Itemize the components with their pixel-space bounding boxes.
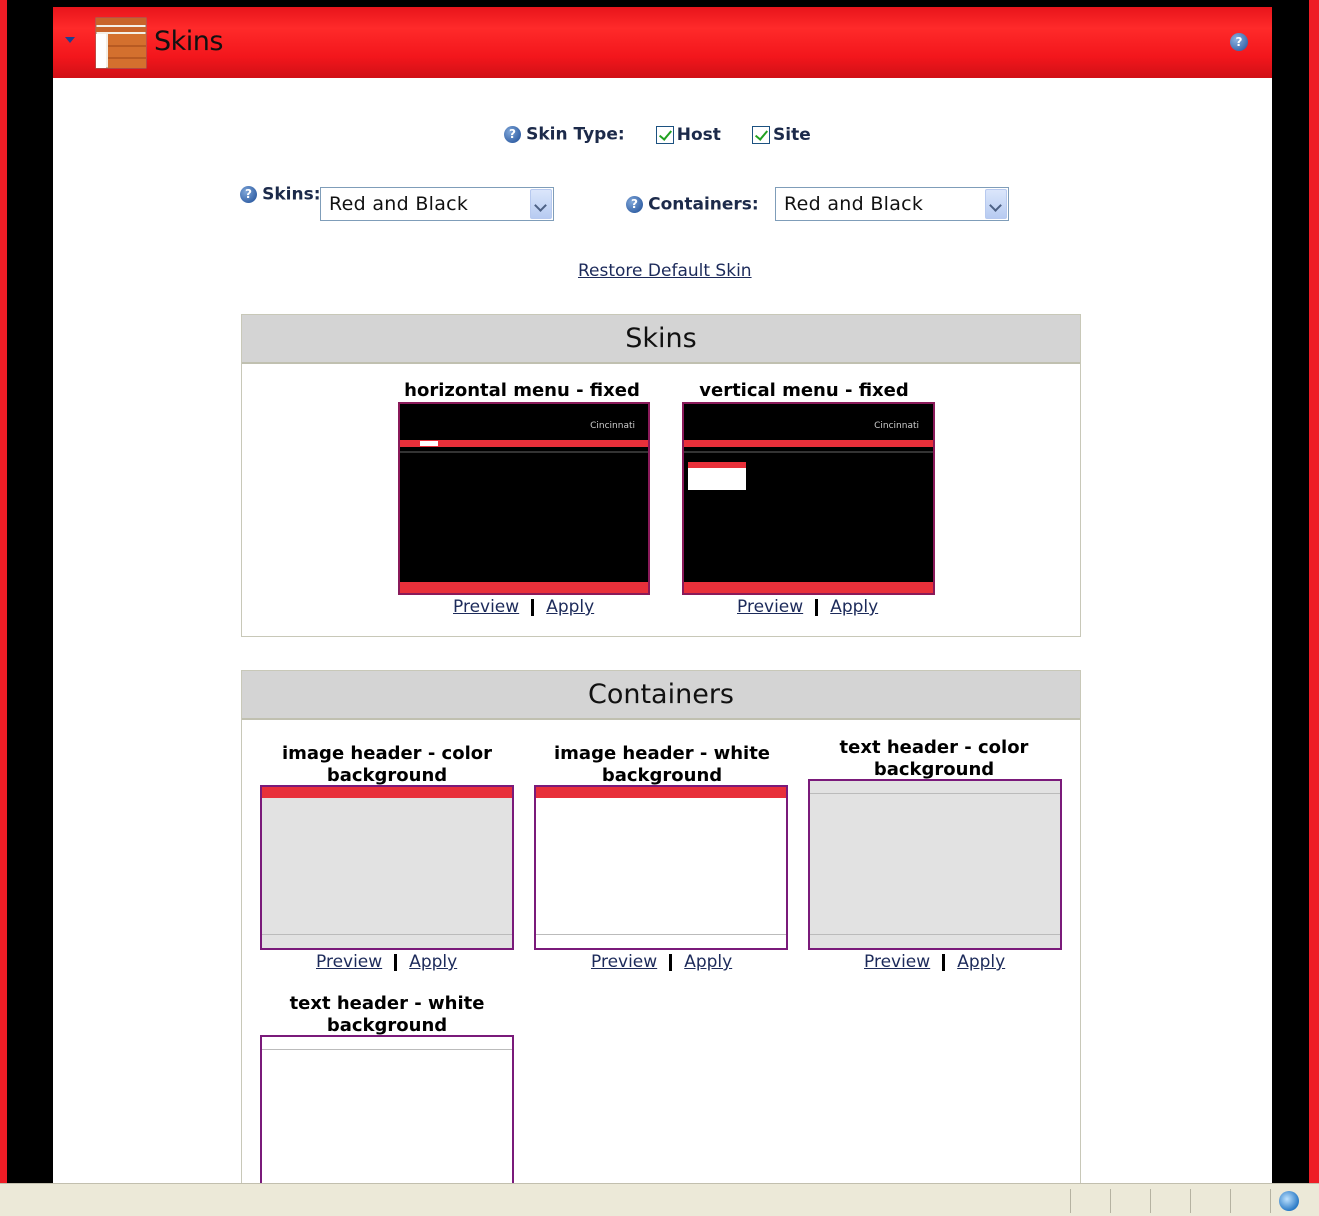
preview-link[interactable]: Preview xyxy=(591,952,657,972)
containers-select-value: Red and Black xyxy=(784,193,924,215)
help-icon[interactable]: ? xyxy=(240,186,257,203)
container-thumbnail[interactable] xyxy=(260,1035,514,1195)
preview-link[interactable]: Preview xyxy=(316,952,382,972)
apply-link[interactable]: Apply xyxy=(830,597,878,617)
containers-select-label-group: ? Containers: xyxy=(626,194,759,215)
status-separator xyxy=(1150,1189,1151,1213)
container-title: text header - color background xyxy=(839,737,1029,780)
container-preview-image xyxy=(262,787,512,948)
separator xyxy=(531,598,535,616)
status-separator xyxy=(1070,1189,1071,1213)
separator xyxy=(815,598,819,616)
container-thumbnail[interactable] xyxy=(808,779,1062,950)
skins-select-label-group: ? Skins: xyxy=(240,184,321,205)
skin-frame-right-black xyxy=(1272,0,1309,1183)
skins-label: Skins: xyxy=(262,184,321,205)
container-preview-image xyxy=(810,781,1060,948)
status-separator xyxy=(1190,1189,1191,1213)
skin-frame-left-red xyxy=(0,0,7,1183)
status-separator xyxy=(1270,1189,1271,1213)
window-top-edge xyxy=(0,0,1319,7)
container-actions: Preview Apply xyxy=(591,952,732,972)
separator xyxy=(394,953,398,971)
skin-type-row: ? Skin Type: Host Site xyxy=(504,124,811,145)
apply-link[interactable]: Apply xyxy=(546,597,594,617)
skin-thumbnail[interactable]: Cincinnati xyxy=(398,402,650,595)
container-actions: Preview Apply xyxy=(864,952,1005,972)
skin-frame-left-black xyxy=(7,0,53,1183)
status-bar xyxy=(0,1183,1319,1216)
restore-default-skin-link[interactable]: Restore Default Skin xyxy=(578,261,752,281)
apply-link[interactable]: Apply xyxy=(684,952,732,972)
skin-preview-image: Cincinnati xyxy=(400,404,648,593)
svg-text:Cincinnati: Cincinnati xyxy=(874,421,919,431)
preview-link[interactable]: Preview xyxy=(864,952,930,972)
container-preview-image xyxy=(536,787,786,948)
skins-panel-heading: Skins xyxy=(242,315,1080,364)
triangle-down-icon[interactable] xyxy=(65,37,75,43)
skin-type-label: Skin Type: xyxy=(526,124,625,145)
container-thumbnail[interactable] xyxy=(534,785,788,950)
help-icon[interactable]: ? xyxy=(504,126,521,143)
containers-label: Containers: xyxy=(648,194,759,215)
host-label: Host xyxy=(676,124,721,145)
container-thumbnail[interactable] xyxy=(260,785,514,950)
preview-link[interactable]: Preview xyxy=(737,597,803,617)
help-icon[interactable]: ? xyxy=(626,196,643,213)
site-checkbox[interactable] xyxy=(752,125,770,144)
skin-actions: Preview Apply xyxy=(453,597,594,617)
skins-panel: Skins horizontal menu - fixed width Cinc… xyxy=(241,314,1081,637)
container-title: text header - white background xyxy=(289,993,485,1036)
status-separator xyxy=(1230,1189,1231,1213)
module-title-bar: Skins ? xyxy=(53,7,1272,78)
container-title: image header - white background xyxy=(554,743,770,786)
skins-select-value: Red and Black xyxy=(329,193,469,215)
containers-panel-heading: Containers xyxy=(242,671,1080,720)
preview-link[interactable]: Preview xyxy=(453,597,519,617)
separator xyxy=(942,953,946,971)
separator xyxy=(669,953,673,971)
container-actions: Preview Apply xyxy=(316,952,457,972)
chevron-down-icon[interactable] xyxy=(530,189,552,219)
site-label: Site xyxy=(773,124,811,145)
containers-select[interactable]: Red and Black xyxy=(775,187,1009,221)
help-icon[interactable]: ? xyxy=(1230,33,1248,51)
containers-panel: Containers image header - color backgrou… xyxy=(241,670,1081,1195)
skin-actions: Preview Apply xyxy=(737,597,878,617)
skins-select[interactable]: Red and Black xyxy=(320,187,554,221)
status-separator xyxy=(1110,1189,1111,1213)
skin-thumbnail[interactable]: Cincinnati xyxy=(682,402,935,595)
apply-link[interactable]: Apply xyxy=(957,952,1005,972)
module-title: Skins xyxy=(154,26,223,57)
apply-link[interactable]: Apply xyxy=(409,952,457,972)
host-checkbox[interactable] xyxy=(655,125,674,144)
skins-module-icon xyxy=(95,17,147,69)
container-title: image header - color background xyxy=(281,743,493,786)
svg-text:Cincinnati: Cincinnati xyxy=(590,421,635,431)
chevron-down-icon[interactable] xyxy=(985,189,1007,219)
skin-frame-right-red xyxy=(1309,0,1319,1183)
globe-icon xyxy=(1279,1191,1299,1211)
container-preview-image xyxy=(262,1037,512,1195)
skins-content: ? Skin Type: Host Site ? Skins: Red and … xyxy=(53,78,1272,1195)
skin-preview-image: Cincinnati xyxy=(684,404,933,593)
